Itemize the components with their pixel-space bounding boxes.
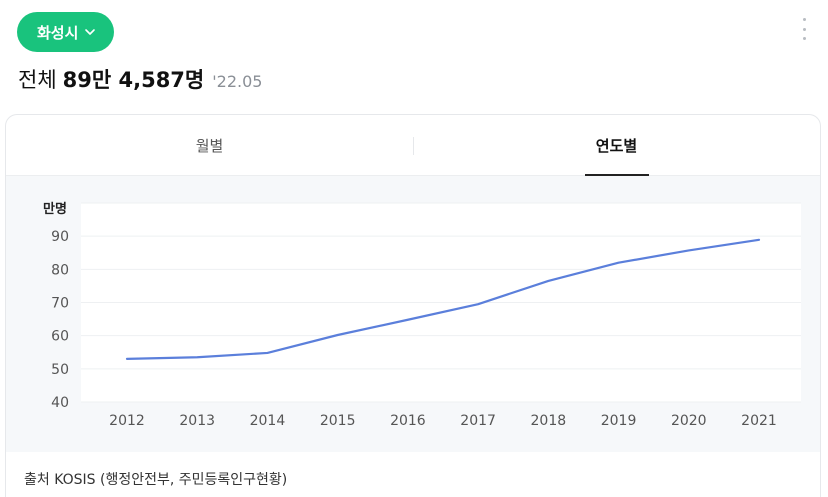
y-tick-label: 50 bbox=[51, 362, 69, 378]
tab-yearly[interactable]: 연도별 bbox=[413, 115, 820, 176]
period-tabs: 월별 연도별 bbox=[6, 115, 820, 176]
region-label: 화성시 bbox=[37, 23, 79, 42]
summary-label: 전체 bbox=[18, 68, 57, 92]
summary-value: 89만 4,587명 bbox=[62, 68, 205, 92]
x-tick-label: 2014 bbox=[250, 413, 286, 429]
tab-monthly[interactable]: 월별 bbox=[6, 115, 413, 175]
x-tick-label: 2018 bbox=[531, 413, 567, 429]
x-tick-label: 2012 bbox=[109, 413, 145, 429]
x-tick-label: 2020 bbox=[671, 413, 707, 429]
x-tick-label: 2016 bbox=[390, 413, 426, 429]
y-tick-label: 70 bbox=[51, 296, 69, 312]
tab-monthly-label: 월별 bbox=[195, 136, 224, 155]
y-tick-label: 60 bbox=[51, 329, 69, 345]
summary-date: '22.05 bbox=[212, 72, 263, 91]
x-tick-label: 2021 bbox=[741, 413, 777, 429]
x-tick-label: 2013 bbox=[179, 413, 215, 429]
x-tick-label: 2017 bbox=[460, 413, 496, 429]
y-tick-label: 80 bbox=[51, 262, 69, 278]
y-tick-label: 90 bbox=[51, 229, 69, 245]
more-vertical-icon[interactable] bbox=[796, 16, 812, 42]
population-chart-card: 월별 연도별 40 50 60 70 80 90 만명 2012 2013 2014 2015 201… bbox=[5, 114, 821, 497]
region-select-button[interactable]: 화성시 bbox=[17, 12, 115, 52]
x-tick-label: 2015 bbox=[320, 413, 356, 429]
y-axis-unit-label: 만명 bbox=[43, 201, 67, 217]
population-line-chart: 40 50 60 70 80 90 만명 2012 2013 2014 2015 2016 2017 20… bbox=[43, 201, 801, 429]
source-note: 출처 KOSIS (행정안전부, 주민등록인구현황) bbox=[24, 472, 288, 488]
chart-area: 40 50 60 70 80 90 만명 2012 2013 2014 2015 2016 2017 20… bbox=[6, 176, 820, 452]
y-tick-label: 40 bbox=[51, 395, 69, 411]
chevron-down-icon bbox=[84, 26, 96, 38]
tab-yearly-label: 연도별 bbox=[595, 136, 638, 155]
population-summary: 전체 89만 4,587명 '22.05 bbox=[18, 64, 262, 94]
x-tick-label: 2019 bbox=[601, 413, 637, 429]
